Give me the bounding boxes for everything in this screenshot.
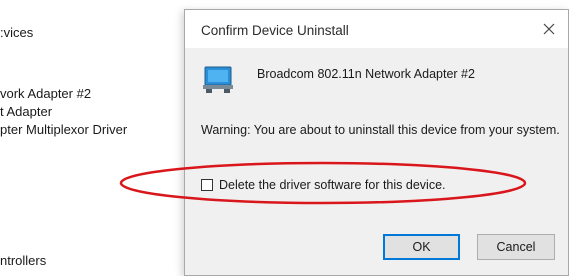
close-icon[interactable] bbox=[538, 18, 560, 40]
confirm-uninstall-dialog: Confirm Device Uninstall Broadcom 802.11… bbox=[184, 9, 569, 276]
warning-text: Warning: You are about to uninstall this… bbox=[201, 123, 560, 137]
bg-device-item: vork Adapter #2 bbox=[0, 86, 92, 101]
dialog-title: Confirm Device Uninstall bbox=[201, 23, 349, 38]
cancel-button[interactable]: Cancel bbox=[477, 234, 555, 260]
ok-button[interactable]: OK bbox=[383, 234, 460, 260]
bg-device-item: t Adapter bbox=[0, 104, 53, 119]
highlight-ellipse bbox=[119, 161, 527, 205]
bg-device-item: pter Multiplexor Driver bbox=[0, 122, 128, 137]
device-name: Broadcom 802.11n Network Adapter #2 bbox=[257, 67, 475, 81]
bg-device-category: ntrollers bbox=[0, 253, 47, 268]
network-adapter-icon bbox=[203, 66, 233, 93]
bg-device-category: :vices bbox=[0, 25, 34, 40]
dialog-titlebar: Confirm Device Uninstall bbox=[185, 10, 568, 48]
